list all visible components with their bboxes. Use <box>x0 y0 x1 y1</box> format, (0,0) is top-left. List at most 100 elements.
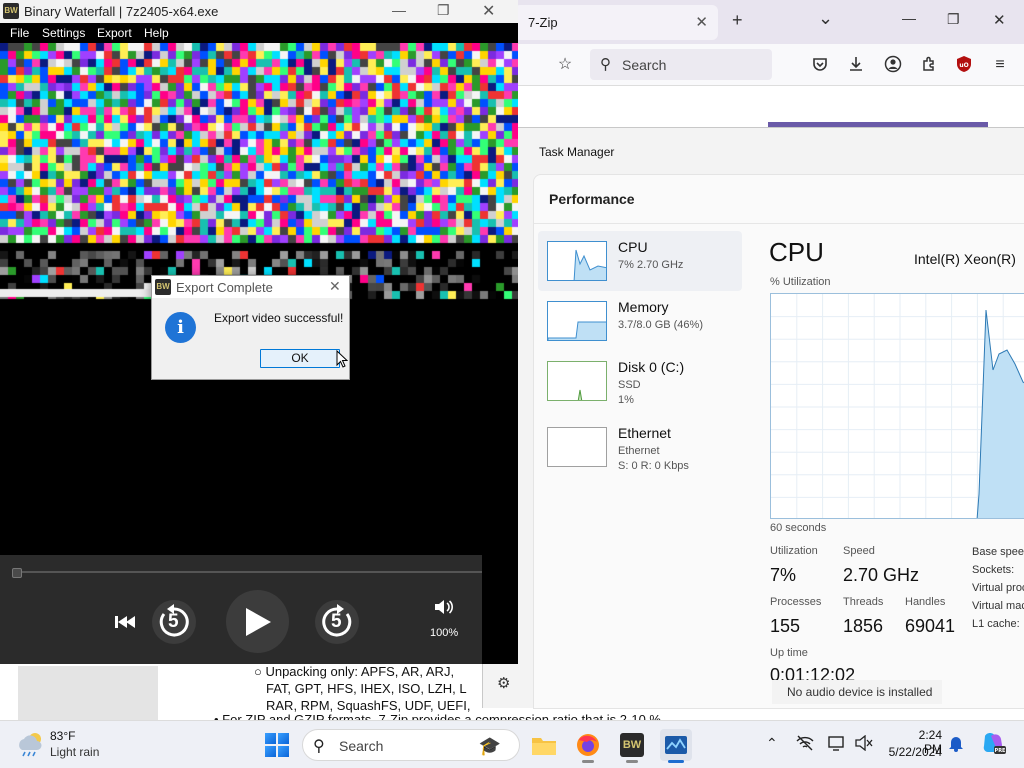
audio-device-notification: No audio device is installed <box>772 680 942 704</box>
virtual-processors-label: Virtual processors: <box>972 582 1024 594</box>
taskbar-search-placeholder: Search <box>339 738 384 754</box>
skip-back-icon <box>115 616 135 628</box>
search-icon: ⚲ <box>600 56 611 73</box>
weather-condition[interactable]: Light rain <box>50 745 99 759</box>
browser-close-button[interactable]: ✕ <box>993 11 1006 29</box>
menu-help[interactable]: Help <box>144 26 169 40</box>
ublock-origin-icon[interactable]: uO <box>954 55 974 75</box>
search-icon: ⚲ <box>313 738 325 755</box>
url-search-box[interactable]: ⚲ Search <box>590 49 772 80</box>
app-menu-icon[interactable]: ≡ <box>990 55 1010 75</box>
disk-thumbnail-graph <box>547 361 607 401</box>
notification-bell-icon[interactable] <box>948 734 964 755</box>
start-button[interactable] <box>265 733 289 757</box>
volume-button[interactable] <box>434 599 454 615</box>
tab-title: 7-Zip <box>528 15 558 30</box>
binary-waterfall-taskbar-button[interactable]: BW <box>616 729 648 763</box>
menu-export[interactable]: Export <box>97 26 132 40</box>
window-title: Binary Waterfall | 7z2405-x64.exe <box>24 4 219 19</box>
taskbar: 83°F Light rain ⚲ Search 🎓 BW ⌃ 2:24 PM … <box>0 720 1024 768</box>
resource-disk[interactable]: Disk 0 (C:) SSD 1% <box>538 351 742 411</box>
sockets-label: Sockets: <box>972 564 1015 576</box>
settings-gear-icon[interactable]: ⚙ <box>497 674 510 692</box>
threads-label: Threads <box>843 596 884 608</box>
info-icon: i <box>165 312 196 343</box>
weather-temperature[interactable]: 83°F <box>50 729 75 743</box>
handles-value: 69041 <box>905 616 956 636</box>
account-icon[interactable] <box>883 55 903 75</box>
extensions-icon[interactable] <box>919 55 939 75</box>
rewind-5-button[interactable]: 5 <box>152 600 196 644</box>
running-indicator <box>626 760 638 763</box>
cpu-heading: CPU <box>769 237 824 267</box>
maximize-icon[interactable]: ❐ <box>437 2 450 19</box>
menu-bar: File Settings Export Help <box>0 23 518 43</box>
speaker-muted-icon[interactable] <box>855 734 873 754</box>
svg-text:uO: uO <box>959 62 968 69</box>
dialog-message: Export video successful! <box>214 311 344 325</box>
browser-maximize-button[interactable]: ❐ <box>947 11 960 28</box>
performance-heading: Performance <box>549 191 635 207</box>
bookmark-star-icon[interactable]: ☆ <box>555 55 575 75</box>
forward-5-button[interactable]: 5 <box>315 600 359 644</box>
resource-detail: 1% <box>618 394 634 406</box>
resource-name: Memory <box>618 299 669 315</box>
resource-memory[interactable]: Memory 3.7/8.0 GB (46%) <box>538 291 742 351</box>
speed-label: Speed <box>843 545 875 557</box>
resource-ethernet[interactable]: Ethernet Ethernet S: 0 R: 0 Kbps <box>538 417 742 477</box>
show-hidden-icons-chevron[interactable]: ⌃ <box>766 735 778 752</box>
network-disconnected-icon[interactable] <box>796 735 814 754</box>
resource-detail: Ethernet <box>618 445 660 457</box>
file-explorer-button[interactable] <box>528 729 560 761</box>
ethernet-thumbnail-graph <box>547 427 607 467</box>
active-indicator <box>668 760 684 763</box>
seek-bar[interactable] <box>12 568 482 578</box>
binary-waterfall-logo-icon: BW <box>3 3 19 19</box>
weather-rain-icon[interactable] <box>16 730 46 758</box>
menu-settings[interactable]: Settings <box>42 26 85 40</box>
display-icon[interactable] <box>828 735 846 754</box>
browser-minimize-button[interactable]: — <box>902 10 916 26</box>
resource-name: Disk 0 (C:) <box>618 359 685 375</box>
skip-back-button[interactable] <box>111 613 139 631</box>
utilization-axis-label: % Utilization <box>770 276 831 288</box>
pocket-icon[interactable] <box>810 55 830 75</box>
windows-logo-icon <box>265 733 276 744</box>
seek-handle[interactable] <box>12 568 22 578</box>
ok-button[interactable]: OK <box>260 349 340 368</box>
binary-waterfall-titlebar: BW Binary Waterfall | 7z2405-x64.exe — ❐… <box>0 0 518 23</box>
speed-value: 2.70 GHz <box>843 565 920 585</box>
copilot-icon[interactable]: PRE <box>980 730 1006 759</box>
running-indicator <box>582 760 594 763</box>
resource-cpu[interactable]: CPU 7% 2.70 GHz <box>538 231 742 291</box>
export-complete-dialog: BW Export Complete ✕ i Export video succ… <box>151 275 350 380</box>
doc-line: RAR, RPM, SquashFS, UDF, UEFI, <box>266 698 471 713</box>
tab-list-button[interactable]: ⌄ <box>818 8 833 29</box>
cpu-model: Intel(R) Xeon(R) <box>914 251 1016 267</box>
tab-close-icon[interactable]: ✕ <box>695 13 708 31</box>
menu-file[interactable]: File <box>10 26 29 40</box>
clock-date[interactable]: 5/22/2024 <box>880 745 942 759</box>
play-button[interactable] <box>226 590 289 653</box>
dialog-titlebar: BW Export Complete ✕ <box>152 276 349 298</box>
resource-name: Ethernet <box>618 425 671 441</box>
browser-tab-7zip[interactable]: 7-Zip ✕ <box>514 5 718 40</box>
taskbar-search[interactable]: ⚲ Search 🎓 <box>302 729 520 761</box>
task-manager-taskbar-button[interactable] <box>660 729 692 763</box>
dialog-title: Export Complete <box>176 280 273 295</box>
folder-icon <box>532 738 556 755</box>
firefox-button[interactable] <box>572 729 604 763</box>
task-manager-icon <box>665 736 687 754</box>
doc-line: FAT, GPT, HFS, IHEX, ISO, LZH, L <box>266 681 467 696</box>
firefox-icon <box>577 734 599 756</box>
minimize-icon[interactable]: — <box>392 2 406 18</box>
downloads-icon[interactable] <box>846 55 866 75</box>
dialog-close-icon[interactable]: ✕ <box>329 278 341 295</box>
new-tab-button[interactable]: + <box>732 10 743 31</box>
task-manager-title: Task Manager <box>539 145 615 159</box>
close-icon[interactable]: ✕ <box>482 1 495 21</box>
binary-waterfall-taskbar-icon: BW <box>620 733 644 757</box>
speaker-icon <box>435 600 454 614</box>
uptime-label: Up time <box>770 647 808 659</box>
performance-panel: Performance CPU 7% 2.70 GHz Memory 3.7/8… <box>533 174 1024 709</box>
